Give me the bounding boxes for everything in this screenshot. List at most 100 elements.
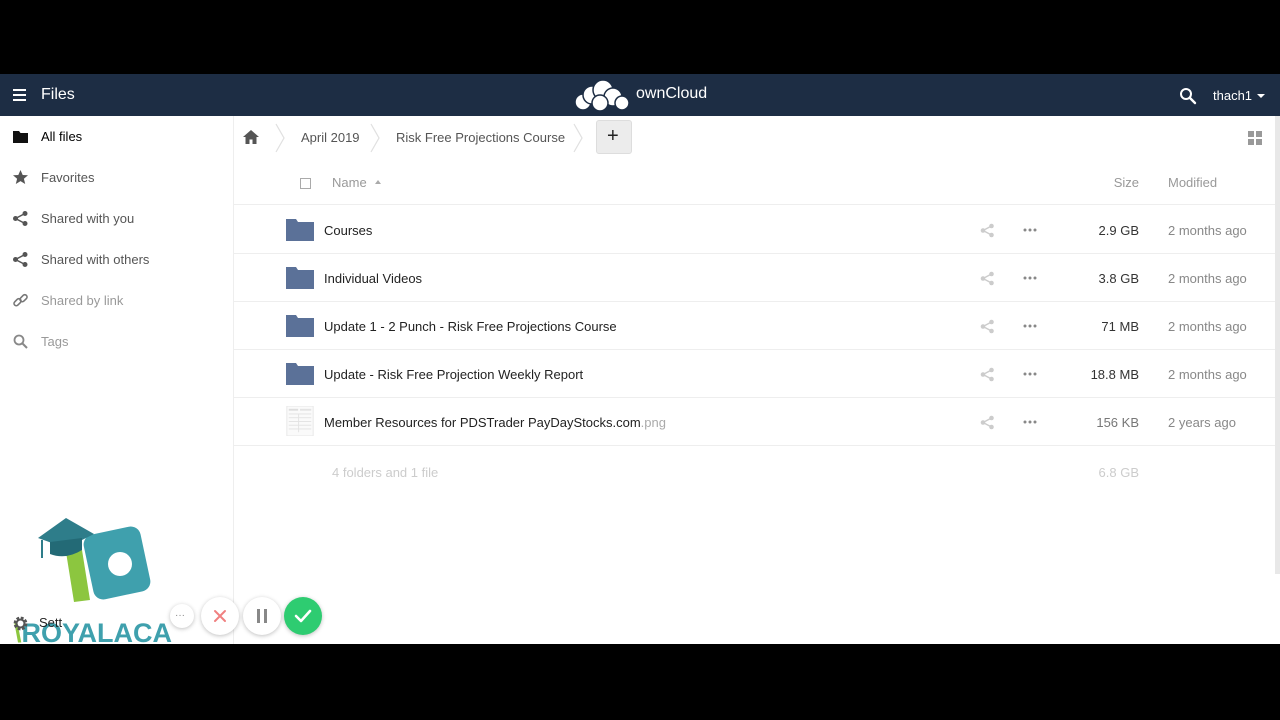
user-menu[interactable]: thach1: [1213, 88, 1266, 103]
sort-ascending-icon: [375, 180, 381, 184]
file-size: 71 MB: [1101, 319, 1139, 334]
sidebar-item-tags[interactable]: Tags: [0, 321, 233, 362]
file-modified: 2 months ago: [1168, 271, 1247, 286]
file-modified: 2 months ago: [1168, 367, 1247, 382]
more-options-icon[interactable]: [1023, 223, 1037, 237]
file-modified: 2 months ago: [1168, 223, 1247, 238]
scrollbar[interactable]: [1275, 116, 1280, 574]
settings-label: Sett: [39, 615, 63, 630]
confirm-button[interactable]: [284, 597, 322, 635]
table-row[interactable]: Individual Videos 3.8 GB 2 months ago: [234, 254, 1275, 302]
breadcrumb-separator: [573, 123, 583, 153]
settings-button[interactable]: Sett: [0, 611, 233, 636]
new-button[interactable]: +: [596, 120, 632, 154]
sidebar-item-favorites[interactable]: Favorites: [0, 157, 233, 198]
owncloud-app: Files ownCloud thach1 All files Favorite…: [0, 74, 1280, 644]
link-icon: [13, 293, 28, 307]
hamburger-icon[interactable]: [10, 85, 30, 105]
file-size: 3.8 GB: [1098, 271, 1139, 286]
pause-icon: [257, 609, 267, 623]
folder-icon: [286, 363, 314, 385]
table-row[interactable]: Member Resources for PDSTrader PayDaySto…: [234, 398, 1275, 446]
sidebar-item-all-files[interactable]: All files: [0, 116, 233, 157]
table-row[interactable]: Courses 2.9 GB 2 months ago: [234, 206, 1275, 254]
folder-icon: [286, 219, 314, 241]
pause-button[interactable]: [243, 597, 281, 635]
table-header: Name Size Modified: [234, 160, 1275, 205]
folder-icon: [13, 131, 28, 143]
image-thumbnail-icon: [286, 406, 314, 436]
app-title[interactable]: Files: [41, 86, 75, 104]
share-icon: [13, 252, 28, 267]
share-icon[interactable]: [980, 271, 995, 286]
share-icon[interactable]: [980, 415, 995, 430]
username: thach1: [1213, 88, 1253, 103]
sidebar-item-label: Shared by link: [41, 293, 124, 308]
top-header: Files ownCloud thach1: [0, 74, 1280, 116]
sidebar-item-label: All files: [41, 129, 83, 144]
select-all-checkbox[interactable]: [300, 178, 311, 189]
sidebar-item-label: Favorites: [41, 170, 95, 185]
breadcrumb-separator: [370, 123, 380, 153]
sidebar-item-shared-with-others[interactable]: Shared with others: [0, 239, 233, 280]
share-icon[interactable]: [980, 367, 995, 382]
star-icon: [13, 170, 28, 184]
more-label: ···: [175, 610, 185, 621]
file-size: 18.8 MB: [1090, 367, 1139, 382]
more-options-icon[interactable]: [1023, 367, 1037, 381]
column-header-modified[interactable]: Modified: [1168, 175, 1217, 190]
chevron-down-icon: [1257, 94, 1266, 98]
column-header-size[interactable]: Size: [1114, 175, 1139, 190]
more-options-icon[interactable]: [1023, 415, 1037, 429]
sidebar: All files Favorites Shared with you Shar…: [0, 116, 234, 644]
search-icon: [13, 334, 28, 349]
file-list-area: April 2019 Risk Free Projections Course …: [234, 116, 1275, 644]
more-options-button[interactable]: ···: [170, 604, 194, 628]
file-name[interactable]: Individual Videos: [324, 271, 422, 286]
more-options-icon[interactable]: [1023, 271, 1037, 285]
file-basename: Member Resources for PDSTrader PayDaySto…: [324, 415, 641, 430]
home-icon[interactable]: [242, 128, 260, 146]
file-name[interactable]: Member Resources for PDSTrader PayDaySto…: [324, 415, 666, 430]
breadcrumb-item[interactable]: Risk Free Projections Course: [396, 130, 565, 145]
breadcrumb-item[interactable]: April 2019: [301, 130, 360, 145]
file-modified: 2 years ago: [1168, 415, 1236, 430]
search-icon[interactable]: [1178, 86, 1198, 106]
file-summary: 4 folders and 1 file 6.8 GB: [234, 462, 1275, 486]
gear-icon: [13, 616, 28, 631]
breadcrumb-separator: [275, 123, 285, 153]
screen: Files ownCloud thach1 All files Favorite…: [0, 0, 1280, 720]
sidebar-item-shared-by-link[interactable]: Shared by link: [0, 280, 233, 321]
more-options-icon[interactable]: [1023, 319, 1037, 333]
close-icon: [214, 610, 226, 622]
watermark-logo: [38, 518, 151, 602]
plus-icon: +: [607, 125, 619, 147]
file-name[interactable]: Update 1 - 2 Punch - Risk Free Projectio…: [324, 319, 617, 334]
folder-icon: [286, 267, 314, 289]
summary-size: 6.8 GB: [1098, 465, 1139, 480]
share-icon: [13, 211, 28, 226]
cloud-logo-icon[interactable]: [572, 78, 634, 112]
sidebar-item-label: Shared with others: [41, 252, 150, 267]
column-header-name[interactable]: Name: [332, 175, 367, 190]
cancel-button[interactable]: [201, 597, 239, 635]
file-name[interactable]: Courses: [324, 223, 372, 238]
file-extension: .png: [640, 415, 666, 430]
folder-icon: [286, 315, 314, 337]
table-row[interactable]: Update 1 - 2 Punch - Risk Free Projectio…: [234, 302, 1275, 350]
checkmark-icon: [294, 609, 312, 623]
sidebar-item-shared-with-you[interactable]: Shared with you: [0, 198, 233, 239]
table-row[interactable]: Update - Risk Free Projection Weekly Rep…: [234, 350, 1275, 398]
breadcrumb: April 2019 Risk Free Projections Course …: [234, 116, 1275, 160]
file-size: 156 KB: [1096, 415, 1139, 430]
file-size: 2.9 GB: [1098, 223, 1139, 238]
share-icon[interactable]: [980, 223, 995, 238]
brand-name: ownCloud: [636, 85, 708, 102]
file-name[interactable]: Update - Risk Free Projection Weekly Rep…: [324, 367, 583, 382]
grid-view-icon[interactable]: [1248, 131, 1262, 145]
sidebar-item-label: Shared with you: [41, 211, 135, 226]
summary-text: 4 folders and 1 file: [332, 465, 439, 480]
file-modified: 2 months ago: [1168, 319, 1247, 334]
share-icon[interactable]: [980, 319, 995, 334]
sidebar-item-label: Tags: [41, 334, 69, 349]
